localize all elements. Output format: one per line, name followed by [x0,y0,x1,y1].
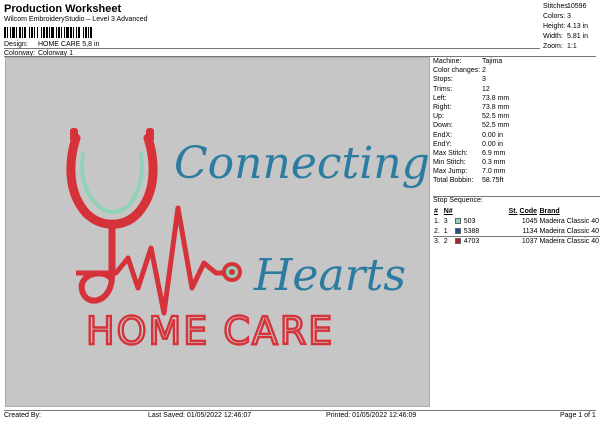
detail-value: 52.5 mm [482,113,510,121]
divider [4,48,540,49]
row-index: 2. [434,227,440,235]
detail-value: 0.3 mm [482,159,506,167]
stat-colors: Colors: 3 [543,13,571,20]
barcode [4,27,204,38]
stitch-count: 1134 [522,227,538,235]
needle-number: 1 [443,227,448,235]
stitch-count: 1045 [521,217,538,225]
table-header: # N# St. Code Brand [434,208,560,215]
stop-sequence-title: Stop Sequence: [433,197,483,204]
table-row: 2. 1 5388 1134 Madeira Classic 40 [433,226,600,236]
detail-value: 2 [482,67,486,75]
detail-label: Min Stitch: [433,159,466,167]
detail-label: Up: [433,113,444,121]
details-panel: Machine: Tajima Color changes: 2 Stops: 3 Trim… [433,57,600,186]
design-preview: Connecting Hearts HOME CARE [5,57,430,407]
detail-row: Machine: Tajima [433,57,600,66]
detail-label: Total Bobbin: [433,177,474,185]
thread-brand: Madeira Classic 40 [539,237,599,245]
barcode-bar [92,27,93,38]
thread-brand: Madeira Classic 40 [539,217,599,225]
stat-stitches: Stitches: 10596 [543,3,587,10]
detail-label: EndX: [433,131,453,139]
software-subtitle: Wilcom EmbroideryStudio – Level 3 Advanc… [4,16,148,23]
last-saved: Last Saved: 01/05/2022 12:46:07 [148,412,252,419]
detail-label: Down: [433,122,453,130]
detail-label: Stops: [433,76,453,84]
detail-label: Machine: [433,58,462,65]
detail-value: 73.8 mm [482,103,510,111]
page-title: Production Worksheet [4,3,122,15]
detail-label: Right: [433,103,452,111]
detail-value: 7.0 mm [482,168,506,176]
detail-value: 12 [482,85,490,93]
detail-row: EndX: 0.00 in [433,131,600,140]
detail-row: Max Jump: 7.0 mm [433,167,600,176]
footer-divider [4,410,596,411]
detail-label: Color changes: [433,67,481,75]
needle-number: 2 [443,237,448,245]
detail-row: Color changes: 2 [433,66,600,75]
needle-number: 3 [443,217,448,225]
stethoscope-loop [78,270,115,304]
design-value: HOME CARE 5,8 in [37,41,100,48]
detail-label: Max Jump: [433,168,468,176]
divider [433,236,600,237]
detail-row: Min Stitch: 0.3 mm [433,158,600,167]
detail-value: 73.8 mm [482,94,510,102]
thread-code: 503 [463,217,476,225]
detail-value: 58.75ft [482,177,504,185]
color-swatch [454,227,461,234]
detail-value: Tajima [482,58,503,65]
printed-date: Printed: 01/05/2022 12:46:09 [326,412,417,419]
stat-zoom: Zoom: 1:1 [543,43,577,50]
detail-row: Up: 52.5 mm [433,112,600,121]
detail-value: 52.5 mm [482,122,510,130]
detail-label: Left: [433,94,447,102]
created-by: Created By: [4,412,41,419]
table-row: 1. 3 503 1045 Madeira Classic 40 [433,216,600,226]
detail-row: Down: 52.5 mm [433,121,600,130]
thread-brand: Madeira Classic 40 [539,227,599,235]
detail-label: Trims: [433,85,453,93]
row-index: 1. [434,217,440,225]
detail-value: 6.9 mm [482,149,506,157]
row-index: 3. [434,237,440,245]
design-line: Design: HOME CARE 5,8 in [4,41,99,48]
stat-width: Width: 5.81 in [543,33,589,40]
detail-row: Left: 73.8 mm [433,94,600,103]
design-label: Design: [4,41,28,48]
text-hearts: Hearts [253,250,406,301]
detail-label: EndY: [433,140,452,148]
detail-value: 3 [482,76,486,84]
detail-row: EndY: 0.00 in [433,140,600,149]
stats-panel: Stitches: 10596 Colors: 3 Height: 4.13 in W… [543,2,600,52]
detail-row: Total Bobbin: 58.75ft [433,176,600,185]
color-swatch [454,217,461,224]
detail-value: 0.00 in [482,131,504,139]
detail-value: 0.00 in [482,140,504,148]
detail-row: Stops: 3 [433,75,600,84]
color-swatch [454,237,461,244]
thread-code: 5388 [463,227,480,235]
stop-sequence-table: # N# St. Code Brand 1. 3 503 1045 Madeira Cl… [433,207,600,246]
stat-height: Height: 4.13 in [543,23,589,30]
detail-row: Trims: 12 [433,85,600,94]
embroidery-artwork: Connecting Hearts HOME CARE [66,128,429,354]
stitch-count: 1037 [521,237,538,245]
stethoscope-inner [80,151,144,214]
table-row: 3. 2 4703 1037 Madeira Classic 40 [433,236,600,246]
thread-code: 4703 [463,237,480,245]
page-number: Page 1 of 1 [560,412,596,419]
detail-row: Right: 73.8 mm [433,103,600,112]
text-connecting: Connecting [174,138,429,189]
text-home-care: HOME CARE [86,309,334,353]
detail-label: Max Stitch: [433,149,468,157]
detail-row: Max Stitch: 6.9 mm [433,149,600,158]
